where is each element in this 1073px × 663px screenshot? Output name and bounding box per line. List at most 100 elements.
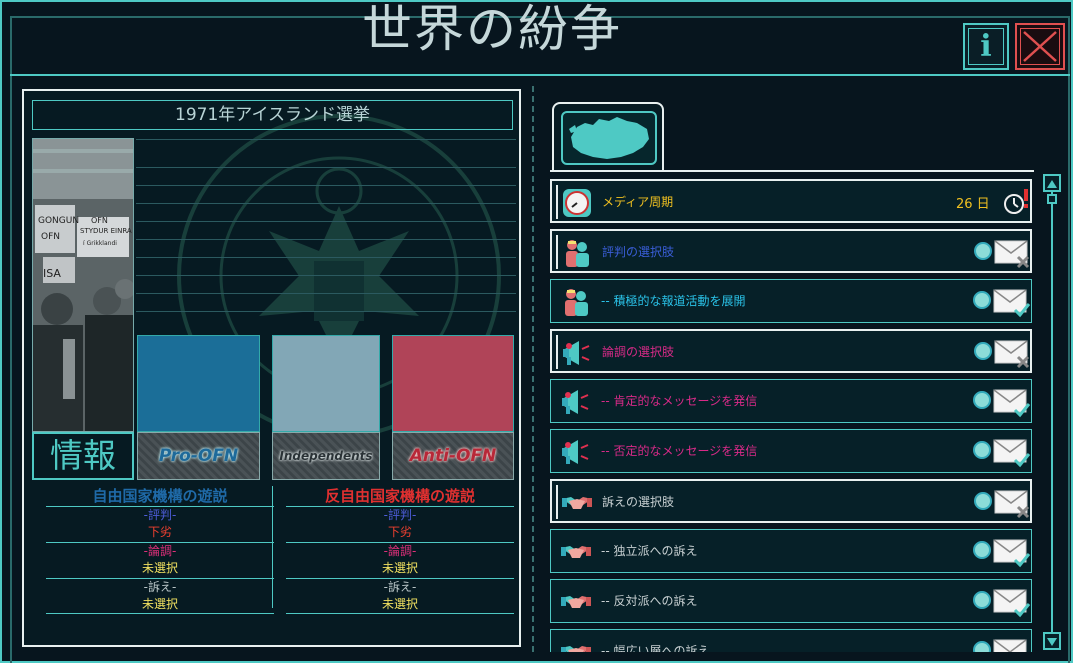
iceland-tab[interactable] (552, 102, 664, 172)
info-button[interactable]: i (963, 23, 1009, 70)
grid-line (136, 139, 516, 140)
status-dot-icon (973, 591, 991, 609)
scrollbar[interactable] (1043, 174, 1061, 652)
handshake-icon (561, 596, 591, 608)
clock-icon (563, 189, 591, 217)
option-row[interactable]: -- 肯定的なメッセージを発信 (550, 379, 1032, 423)
tab-underline (550, 170, 1034, 172)
stat-label: -評判- (383, 508, 417, 522)
stat-label: -論調- (143, 544, 177, 558)
window-title: 世界の紛争 (362, 0, 622, 58)
scroll-up-button[interactable] (1043, 174, 1061, 192)
arrow-down-icon (1047, 638, 1057, 646)
grid-line (136, 203, 516, 204)
pro-ofn-support-bar (137, 335, 260, 432)
scroll-track[interactable] (1051, 192, 1053, 640)
header-divider (10, 74, 1070, 76)
envelope-check-icon (993, 639, 1027, 652)
option-category-row: 訴えの選択肢 (550, 479, 1032, 523)
election-title: 1971年アイスランド選挙 (32, 100, 513, 130)
option-label: -- 積極的な報道活動を展開 (601, 294, 746, 308)
option-label: -- 否定的なメッセージを発信 (601, 444, 758, 458)
iceland-map-icon (561, 111, 657, 165)
option-row[interactable]: -- 幅広い層への訴え (550, 629, 1032, 652)
media-cycle-label: メディア周期 (602, 195, 674, 209)
grid-line (136, 257, 516, 258)
status-dot-icon (973, 541, 991, 559)
status-dot-icon (973, 641, 991, 652)
election-panel: 1971年アイスランド選挙 GONGUN OFN STYDUR EINRA í … (22, 89, 521, 647)
anti-campaign-stats: -評判- 下劣 -論調- 未選択 -訴え- 未選択 (286, 506, 514, 614)
faction-pro-ofn[interactable]: Pro-OFN (137, 432, 260, 480)
megaphone-icon (563, 341, 590, 365)
row-marker (556, 485, 558, 519)
stat-label: -訴え- (143, 580, 177, 594)
scroll-down-button[interactable] (1043, 632, 1061, 650)
appeal-stat: -訴え- 未選択 (286, 578, 514, 614)
option-label: 論調の選択肢 (602, 345, 675, 359)
stat-value: 下劣 (387, 525, 412, 539)
stat-label: -評判- (143, 508, 177, 522)
pro-campaign-stats: -評判- 下劣 -論調- 未選択 -訴え- 未選択 (46, 506, 274, 614)
handshake-icon (561, 646, 591, 652)
option-row[interactable]: -- 反対派への訴え (550, 579, 1032, 623)
info-icon: i (968, 28, 1004, 65)
handshake-icon (562, 497, 592, 509)
option-row[interactable]: -- 積極的な報道活動を展開 (550, 279, 1032, 323)
stat-value: 未選択 (141, 597, 178, 611)
info-tab[interactable]: 情報 (32, 432, 134, 480)
photo-sign-text: ISA (43, 267, 61, 280)
grid-line (136, 221, 516, 222)
grid-line (136, 185, 516, 186)
option-label: 評判の選択肢 (602, 245, 675, 259)
media-cycle-row: メディア周期 26 日 (550, 179, 1032, 223)
grid-line (136, 167, 516, 168)
option-label: -- 反対派への訴え (601, 594, 698, 608)
option-category-row: 論調の選択肢 (550, 329, 1032, 373)
stat-value: 下劣 (147, 525, 172, 539)
option-row[interactable]: -- 独立派への訴え (550, 529, 1032, 573)
independents-support-bar (272, 335, 380, 432)
close-button[interactable] (1015, 23, 1065, 70)
status-dot-icon (973, 441, 991, 459)
pro-campaign-title: 自由国家機構の遊説 (92, 487, 228, 505)
grid-line (136, 239, 516, 240)
faction-independents[interactable]: Independents (272, 432, 380, 480)
photo-sign-text: STYDUR EINRA (80, 227, 132, 235)
photo-sign-text: OFN (41, 232, 60, 242)
status-dot-icon (974, 492, 992, 510)
tone-stat: -論調- 未選択 (286, 542, 514, 578)
envelope-locked-icon (994, 490, 1030, 519)
option-label: 訴えの選択肢 (602, 495, 675, 509)
grid-line (136, 293, 516, 294)
stat-label: -論調- (383, 544, 417, 558)
window-frame: 世界の紛争 i 1971年アイスランド選挙 GONGUN OFN STYDUR … (0, 0, 1073, 663)
megaphone-icon (562, 440, 589, 464)
option-category-row: 評判の選択肢 (550, 229, 1032, 273)
photo-sign-text: GONGUN (38, 216, 79, 226)
photo-sign-text: í Grikklandi (83, 240, 117, 247)
protest-photo: GONGUN OFN STYDUR EINRA í Grikklandi ISA… (32, 138, 134, 432)
option-label: -- 肯定的なメッセージを発信 (601, 394, 758, 408)
status-dot-icon (974, 242, 992, 260)
stat-value: 未選択 (381, 597, 418, 611)
row-marker (556, 185, 558, 219)
reputation-stat: -評判- 下劣 (46, 506, 274, 542)
status-dot-icon (974, 342, 992, 360)
faction-anti-ofn[interactable]: Anti-OFN (392, 432, 514, 480)
envelope-locked-icon (994, 340, 1030, 369)
people-icon (566, 240, 589, 267)
timer-alert-icon (1004, 189, 1028, 214)
status-dot-icon (973, 291, 991, 309)
action-list: メディア周期 26 日 評判の選択肢 -- 積極的な報道活動を展開 論調の選択肢 --… (550, 179, 1034, 652)
scroll-thumb[interactable] (1047, 194, 1057, 204)
panel-divider (532, 86, 534, 652)
megaphone-icon (562, 390, 589, 414)
option-row[interactable]: -- 否定的なメッセージを発信 (550, 429, 1032, 473)
media-cycle-days: 26 日 (956, 197, 990, 212)
close-icon (1020, 28, 1060, 65)
envelope-check-icon (993, 589, 1031, 618)
status-dot-icon (973, 391, 991, 409)
row-marker (556, 335, 558, 369)
people-icon (565, 289, 588, 316)
